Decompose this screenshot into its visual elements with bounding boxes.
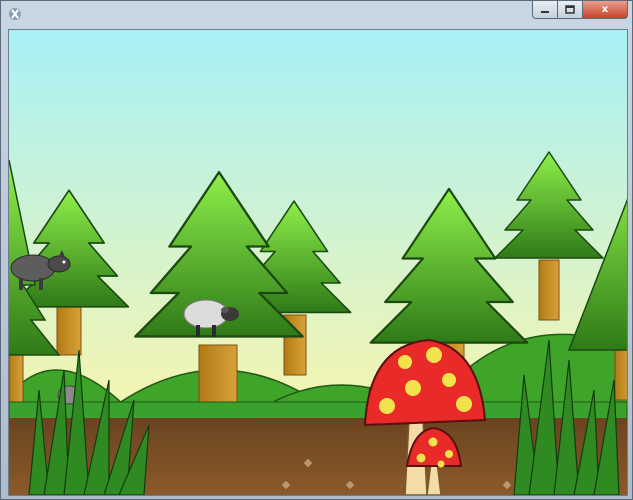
close-icon: x (601, 4, 609, 15)
game-canvas[interactable] (8, 29, 628, 496)
game-window: x (0, 0, 633, 500)
minimize-button[interactable] (532, 1, 558, 19)
game-scene (9, 30, 627, 495)
maximize-button[interactable] (558, 1, 583, 19)
minimize-icon (541, 10, 549, 13)
maximize-icon (565, 5, 575, 14)
window-controls: x (532, 1, 628, 20)
title-bar[interactable]: x (1, 1, 632, 27)
app-icon (9, 8, 21, 20)
close-button[interactable]: x (583, 1, 628, 19)
